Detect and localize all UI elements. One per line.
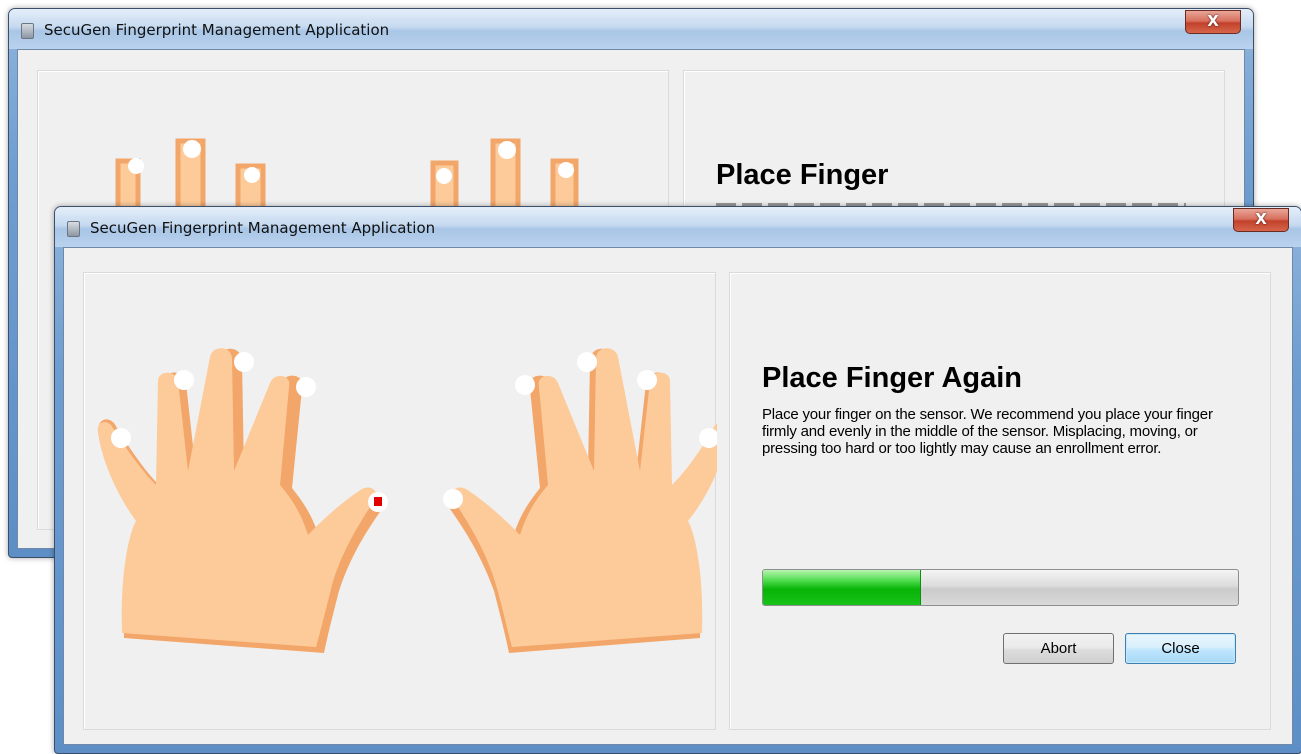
right-middle-fingertip: [498, 141, 516, 159]
right-index-fingertip: [515, 375, 535, 395]
right-ring-fingertip: [558, 162, 574, 178]
status-heading: Place Finger: [716, 159, 889, 191]
close-button[interactable]: Close: [1125, 633, 1236, 664]
status-heading: Place Finger Again: [762, 362, 1022, 394]
close-window-button[interactable]: X: [1185, 10, 1241, 34]
progress-fill: [763, 570, 921, 605]
abort-button[interactable]: Abort: [1003, 633, 1114, 664]
hands-panel: [83, 272, 729, 730]
right-ring-fingertip: [637, 370, 657, 390]
right-index-fingertip: [436, 168, 452, 184]
selected-finger-marker: [374, 497, 382, 506]
right-hand: [443, 348, 729, 653]
title-bar[interactable]: SecuGen Fingerprint Management Applicati…: [55, 207, 1301, 247]
right-middle-fingertip: [577, 352, 597, 372]
left-middle-fingertip: [234, 352, 254, 372]
left-index-fingertip: [244, 167, 260, 183]
window-title: SecuGen Fingerprint Management Applicati…: [44, 21, 390, 39]
instructions-text: Place your finger on the sensor. We reco…: [762, 406, 1213, 457]
left-hand: [97, 348, 388, 653]
window-title: SecuGen Fingerprint Management Applicati…: [90, 219, 436, 237]
right-pinky-fingertip: [699, 428, 719, 448]
app-icon: [67, 221, 80, 237]
front-dialog-window: SecuGen Fingerprint Management Applicati…: [54, 206, 1301, 754]
instructions-panel: Place Finger Again Place your finger on …: [729, 272, 1271, 730]
right-hand-palm: [451, 348, 729, 647]
left-index-fingertip: [296, 377, 316, 397]
client-area: Place Finger Again Place your finger on …: [63, 247, 1293, 745]
left-middle-fingertip: [183, 140, 201, 158]
left-ring-fingertip: [128, 158, 144, 174]
close-window-button[interactable]: X: [1233, 208, 1289, 232]
left-ring-fingertip: [174, 370, 194, 390]
enrollment-progress-bar: [762, 569, 1239, 606]
right-thumb-fingertip: [443, 489, 463, 509]
left-pinky-fingertip: [111, 428, 131, 448]
title-bar[interactable]: SecuGen Fingerprint Management Applicati…: [9, 9, 1253, 49]
hands-diagram: [97, 348, 729, 653]
app-icon: [21, 23, 34, 39]
